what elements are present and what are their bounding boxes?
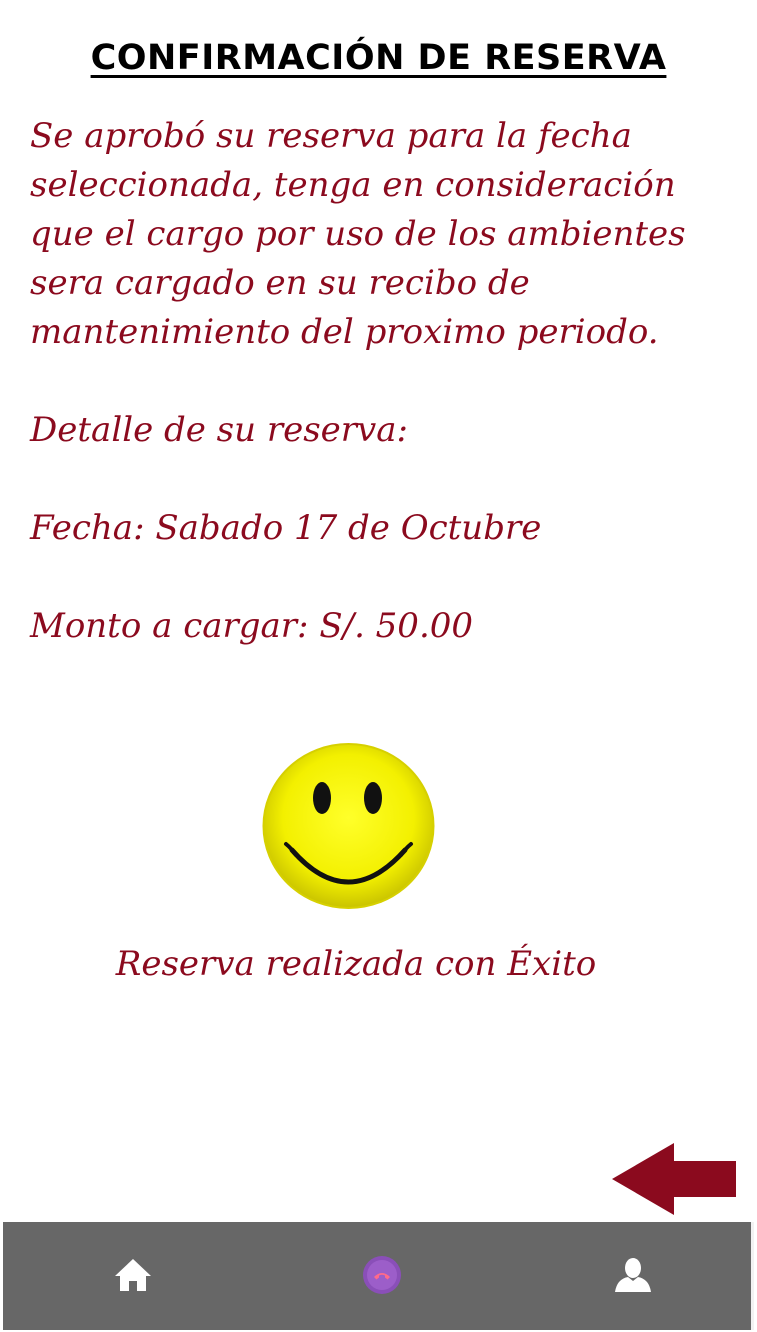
home-icon bbox=[113, 1257, 153, 1297]
reservation-message: Se aprobó su reserva para la fecha selec… bbox=[30, 112, 730, 651]
phone-icon bbox=[362, 1255, 402, 1299]
details-heading: Detalle de su reserva: bbox=[30, 410, 408, 450]
page-title: CONFIRMACIÓN DE RESERVA bbox=[0, 38, 757, 78]
nav-profile-button[interactable] bbox=[603, 1252, 663, 1302]
page-title-text: CONFIRMACIÓN DE RESERVA bbox=[90, 38, 667, 78]
user-icon bbox=[613, 1257, 653, 1297]
bottom-navigation-bar bbox=[3, 1222, 754, 1330]
message-line-1: Se aprobó su reserva para la fecha bbox=[30, 116, 632, 156]
success-message: Reserva realizada con Éxito bbox=[115, 944, 597, 984]
message-line-2: seleccionada, tenga en consideración bbox=[30, 165, 676, 205]
message-line-4: sera cargado en su recibo de bbox=[30, 263, 530, 303]
smiley-face-icon bbox=[262, 742, 435, 910]
details-amount: Monto a cargar: S/. 50.00 bbox=[30, 606, 474, 646]
nav-home-button[interactable] bbox=[103, 1252, 163, 1302]
nav-call-button[interactable] bbox=[352, 1252, 412, 1302]
back-arrow-icon[interactable] bbox=[612, 1143, 736, 1215]
message-line-3: que el cargo por uso de los ambientes bbox=[30, 214, 686, 254]
message-line-5: mantenimiento del proximo periodo. bbox=[30, 312, 659, 352]
details-date: Fecha: Sabado 17 de Octubre bbox=[30, 508, 542, 548]
